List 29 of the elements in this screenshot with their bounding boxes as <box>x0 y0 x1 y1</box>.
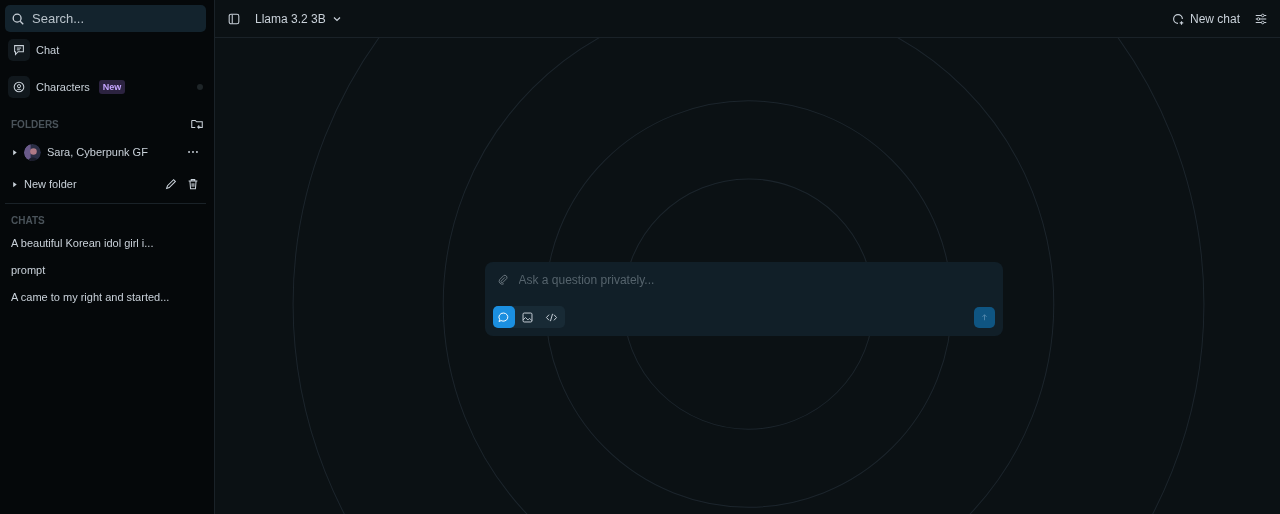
nav-item[interactable]: Characters New <box>8 74 206 100</box>
speech-bubble-icon <box>497 310 510 324</box>
new-chat-icon <box>1170 11 1185 26</box>
model-selector[interactable]: Llama 3.2 3B <box>255 11 342 26</box>
message-field[interactable]: Ask a question privately... <box>516 272 921 288</box>
pencil-icon[interactable] <box>164 177 178 191</box>
search-field[interactable]: Search... <box>5 5 206 32</box>
nav-item[interactable]: Chat <box>8 37 206 63</box>
trash-icon[interactable] <box>186 177 200 191</box>
message-icon <box>12 43 26 57</box>
image-icon <box>521 310 534 324</box>
send-button[interactable] <box>973 306 995 328</box>
folder-item[interactable]: Sara, Cyberpunk GF <box>5 139 206 165</box>
conversation-item[interactable]: prompt <box>5 261 206 279</box>
user-icon <box>12 80 26 94</box>
conversation-item[interactable]: A came to my right and started... <box>5 288 206 306</box>
new-chat-button[interactable]: New chat <box>1170 11 1240 26</box>
section-heading: CHATS <box>11 215 45 226</box>
sidebar-toggle-icon[interactable] <box>227 11 241 26</box>
new-badge: New <box>98 80 126 94</box>
status-dot <box>197 84 203 90</box>
conversation-item[interactable]: A beautiful Korean idol girl i... <box>5 234 206 252</box>
settings-icon[interactable] <box>1254 11 1268 26</box>
search-icon <box>11 11 25 26</box>
new-folder-icon[interactable] <box>190 117 204 131</box>
chat-mode-button[interactable] <box>492 306 515 328</box>
section-heading: FOLDERS <box>11 118 59 130</box>
folder-item[interactable]: New folder <box>5 171 206 197</box>
paperclip-icon[interactable] <box>496 274 509 286</box>
